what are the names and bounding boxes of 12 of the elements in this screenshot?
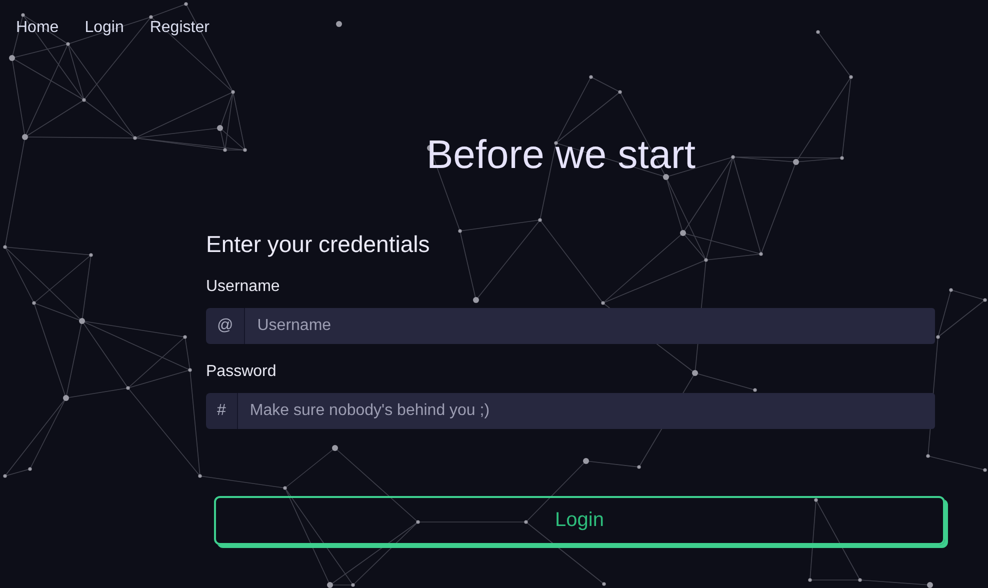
nav-link[interactable]: Register [150,18,210,38]
input-field[interactable]: Make sure nobody's behind you ;) [238,393,935,429]
nav-link[interactable]: Login [84,18,124,38]
input-prefix: # [206,393,238,429]
page-title: Before we start [425,132,696,178]
input-prefix: @ [206,308,246,344]
nav-link[interactable]: Home [16,18,59,38]
input-field[interactable]: Username [245,308,935,344]
form-heading: Enter your credentials [206,230,431,258]
login-button[interactable]: Login [214,496,945,545]
field-label: Username [206,277,281,297]
field-label: Password [206,362,278,382]
